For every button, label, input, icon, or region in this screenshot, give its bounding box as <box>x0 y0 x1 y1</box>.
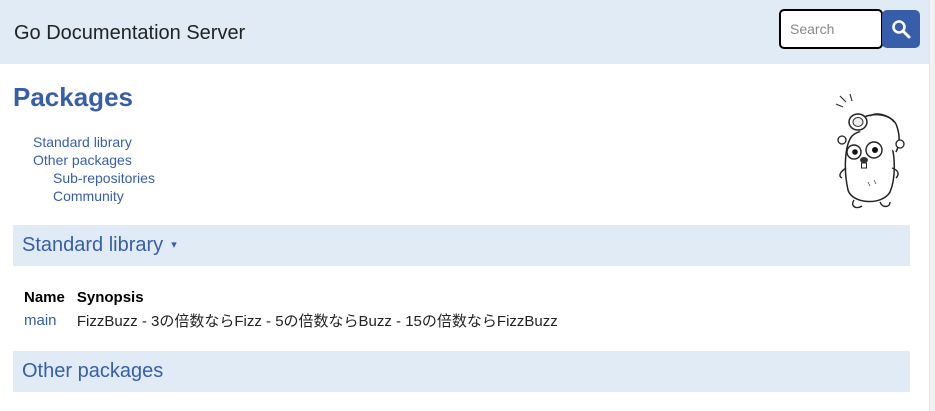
toc-link-community[interactable]: Community <box>33 187 155 205</box>
section-title: Standard library <box>22 234 164 256</box>
table-row: main FizzBuzz - 3の倍数ならFizz - 5の倍数ならBuzz … <box>24 310 570 331</box>
scrollbar[interactable] <box>929 0 935 411</box>
package-table: Name Synopsis main FizzBuzz - 3の倍数ならFizz… <box>24 289 570 331</box>
package-link-main[interactable]: main <box>24 312 57 329</box>
toc-link-standard-library[interactable]: Standard library <box>33 133 155 151</box>
section-standard-library[interactable]: Standard library ▾ <box>13 225 910 266</box>
section-other-packages[interactable]: Other packages <box>13 351 910 392</box>
toc-link-other-packages[interactable]: Other packages <box>33 151 155 169</box>
section-title: Other packages <box>22 360 164 382</box>
column-header-name: Name <box>24 289 65 306</box>
table-of-contents: Standard library Other packages Sub-repo… <box>33 133 155 205</box>
app-title[interactable]: Go Documentation Server <box>14 22 245 45</box>
package-synopsis: FizzBuzz - 3の倍数ならFizz - 5の倍数ならBuzz - 15の… <box>76 313 558 330</box>
search-icon <box>892 20 911 39</box>
toc-link-sub-repositories[interactable]: Sub-repositories <box>33 169 155 187</box>
collapse-triangle-icon[interactable]: ▾ <box>171 239 177 251</box>
search-button[interactable] <box>882 10 920 48</box>
table-header-row: Name Synopsis <box>24 289 570 310</box>
page-title: Packages <box>13 82 133 112</box>
search-input[interactable] <box>779 9 883 49</box>
gopher-mascot-icon <box>835 94 905 209</box>
column-header-synopsis: Synopsis <box>76 289 144 306</box>
top-bar: Go Documentation Server <box>0 0 930 64</box>
